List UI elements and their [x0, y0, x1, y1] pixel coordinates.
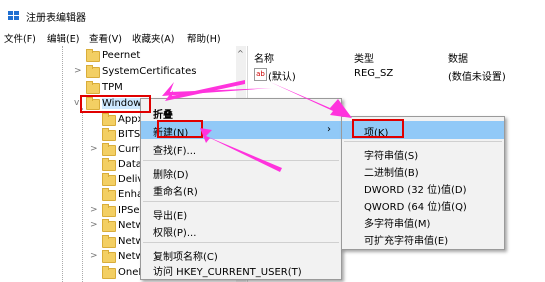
arrow-to-key: [270, 82, 352, 118]
annotation-arrows: [162, 80, 352, 172]
arrow-to-new: [200, 128, 282, 172]
